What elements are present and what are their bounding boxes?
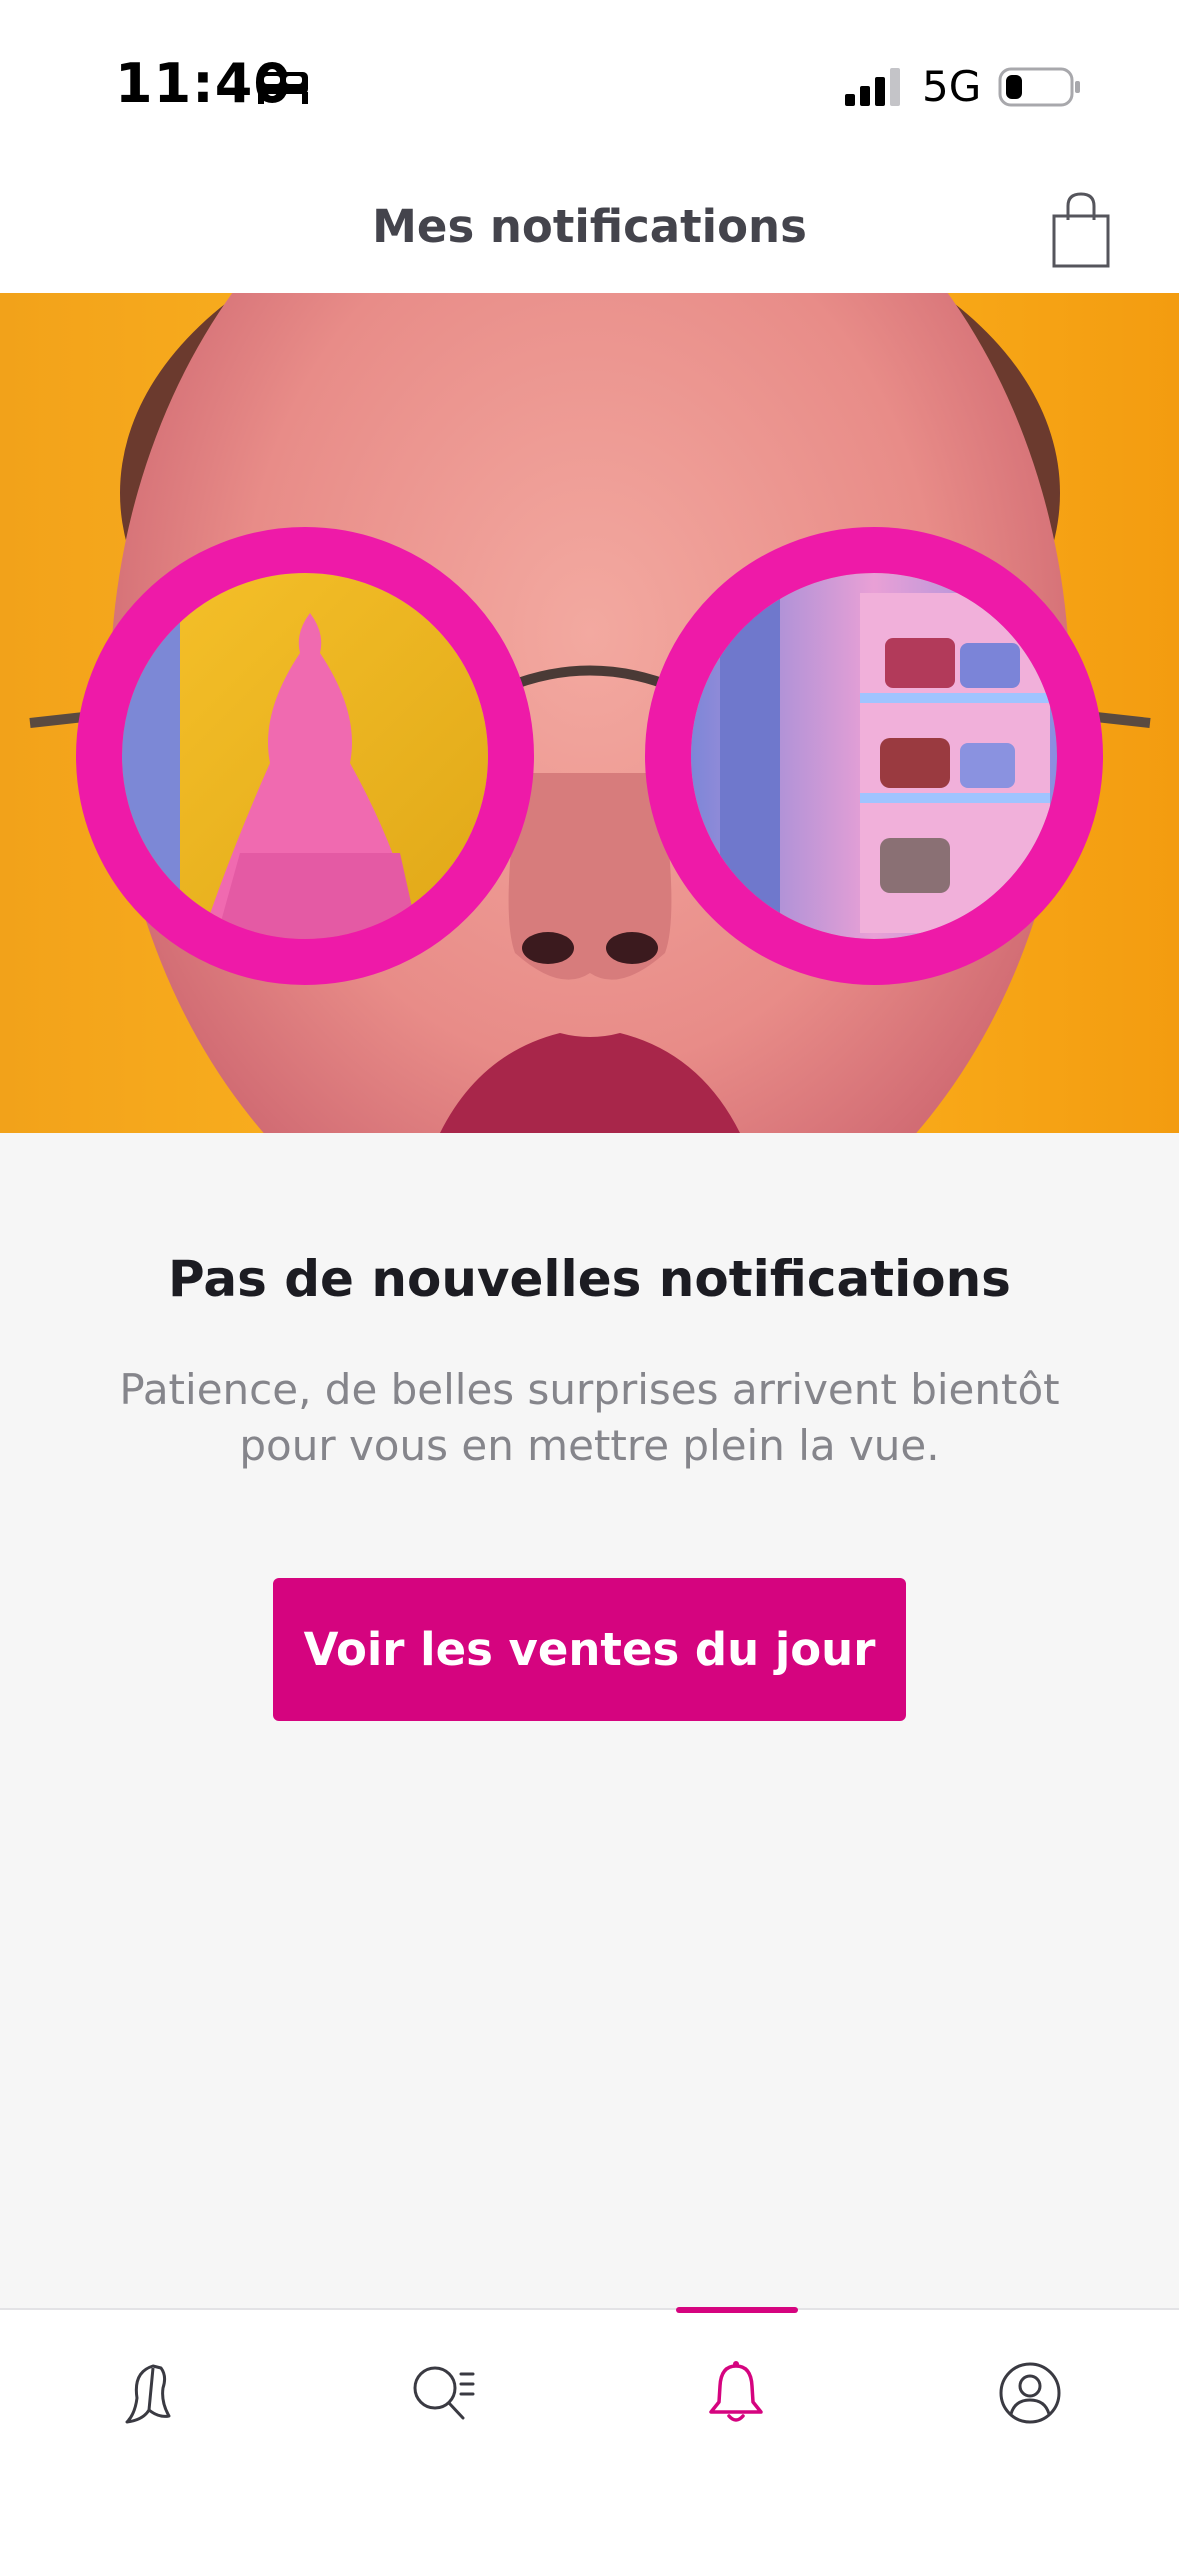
empty-state-title: Pas de nouvelles notifications bbox=[168, 1250, 1011, 1308]
empty-state-message: Patience, de belles surprises arrivent b… bbox=[119, 1365, 1060, 1470]
status-bar: 11:40 5G bbox=[0, 0, 1179, 170]
cart-button[interactable] bbox=[1046, 190, 1116, 270]
signal-icon bbox=[845, 68, 900, 106]
tab-bar bbox=[0, 2307, 1179, 2558]
butterfly-home-icon bbox=[125, 2364, 171, 2424]
search-list-icon bbox=[413, 2366, 475, 2420]
profile-icon bbox=[999, 2362, 1061, 2424]
sleep-bed-icon bbox=[258, 72, 308, 104]
tab-search[interactable] bbox=[392, 2348, 492, 2438]
battery-icon bbox=[998, 67, 1080, 107]
network-label: 5G bbox=[922, 62, 982, 111]
hero-image bbox=[0, 293, 1179, 1133]
header: Mes notifications bbox=[0, 170, 1179, 293]
page-title: Mes notifications bbox=[372, 200, 807, 253]
tab-home[interactable] bbox=[98, 2348, 198, 2438]
tab-notifications[interactable] bbox=[686, 2348, 786, 2438]
tab-profile[interactable] bbox=[980, 2348, 1080, 2438]
bell-icon bbox=[709, 2361, 763, 2422]
woman-pink-sunglasses-reflection-image bbox=[0, 293, 1179, 1133]
view-daily-sales-button[interactable]: Voir les ventes du jour bbox=[273, 1578, 906, 1721]
shopping-bag-icon bbox=[1052, 192, 1110, 268]
active-tab-indicator bbox=[676, 2307, 798, 2313]
